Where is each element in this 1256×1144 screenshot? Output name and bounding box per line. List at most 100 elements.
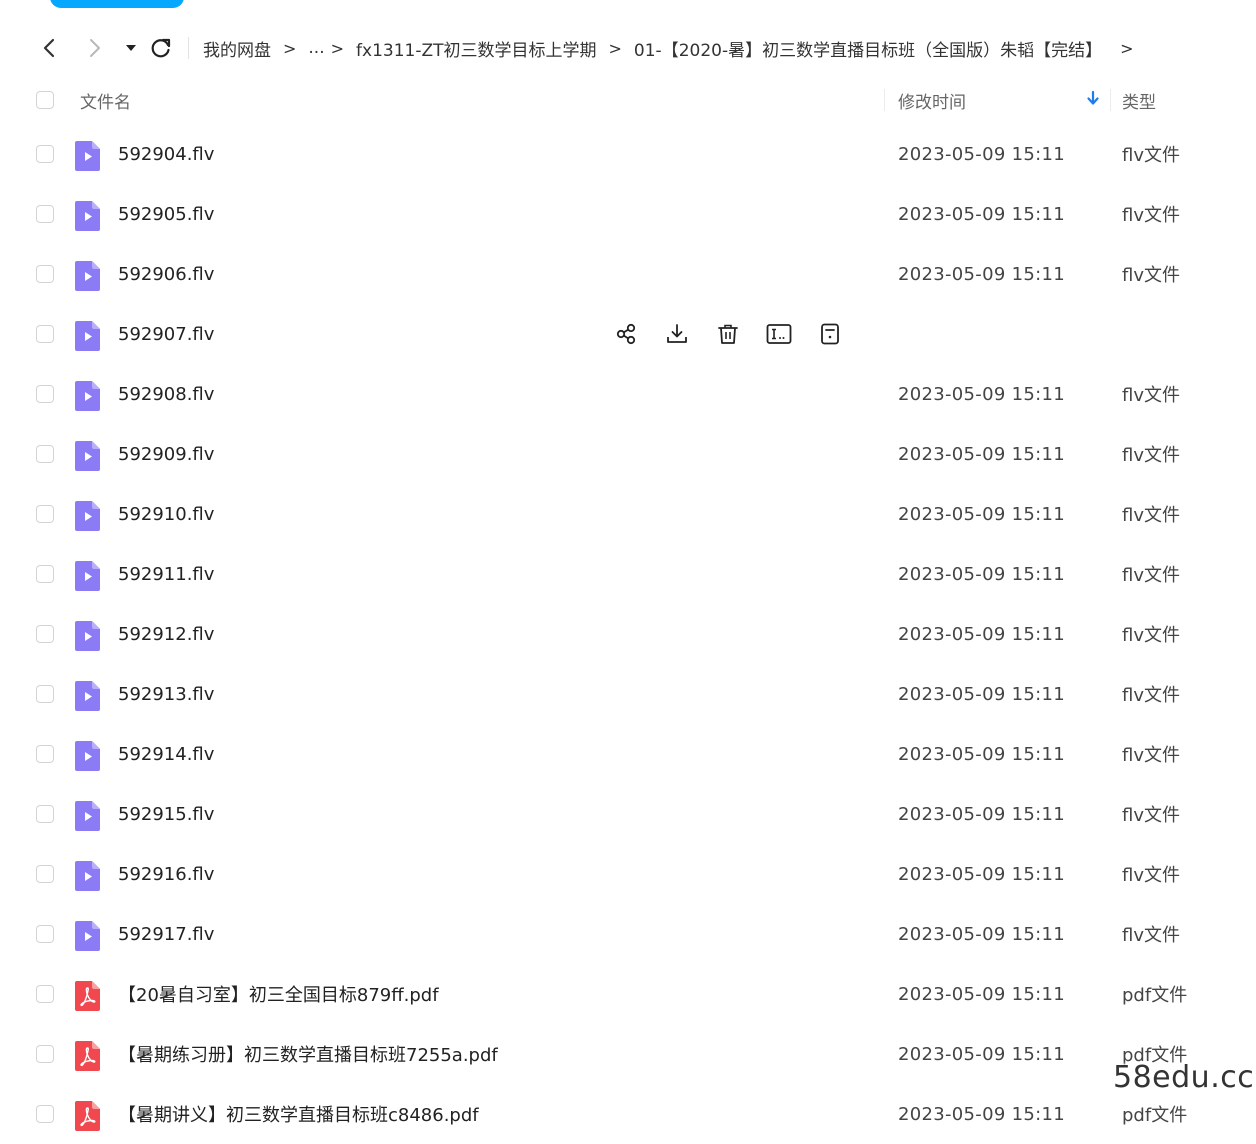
file-row[interactable]: 592911.flv 2023-05-09 15:11 flv文件: [0, 544, 1256, 604]
file-modified-time: 2023-05-09 15:11: [898, 503, 1066, 525]
row-actions: [612, 320, 867, 348]
file-row[interactable]: 592906.flv 2023-05-09 15:11 flv文件: [0, 244, 1256, 304]
refresh-icon: [151, 38, 171, 58]
row-checkbox[interactable]: [36, 1105, 54, 1123]
row-checkbox[interactable]: [36, 685, 54, 703]
file-row[interactable]: 【暑期练习册】初三数学直播目标班7255a.pdf 2023-05-09 15:1…: [0, 1024, 1256, 1084]
row-checkbox[interactable]: [36, 445, 54, 463]
file-row[interactable]: 592905.flv 2023-05-09 15:11 flv文件: [0, 184, 1256, 244]
file-row[interactable]: 592915.flv 2023-05-09 15:11 flv文件: [0, 784, 1256, 844]
delete-icon[interactable]: [714, 320, 742, 348]
upload-button[interactable]: [50, 0, 184, 8]
more-icon[interactable]: [816, 320, 844, 348]
file-type: flv文件: [1122, 445, 1180, 466]
row-checkbox[interactable]: [36, 565, 54, 583]
file-row[interactable]: 592916.flv 2023-05-09 15:11 flv文件: [0, 844, 1256, 904]
forward-button[interactable]: [80, 30, 110, 66]
row-checkbox[interactable]: [36, 985, 54, 1003]
breadcrumb-folder[interactable]: fx1311-ZT初三数学目标上学期: [356, 36, 596, 61]
video-file-icon: [75, 321, 100, 351]
video-file-icon: [75, 261, 100, 291]
file-type: flv文件: [1122, 925, 1180, 946]
file-name[interactable]: 592909.flv: [118, 444, 214, 465]
file-name[interactable]: 592913.flv: [118, 684, 214, 705]
sort-descending-icon[interactable]: [1086, 90, 1100, 111]
file-modified-time: 2023-05-09 15:11: [898, 803, 1066, 825]
row-checkbox[interactable]: [36, 625, 54, 643]
file-name[interactable]: 592908.flv: [118, 384, 214, 405]
row-checkbox[interactable]: [36, 1045, 54, 1063]
breadcrumb-separator: >: [330, 38, 345, 58]
row-checkbox[interactable]: [36, 925, 54, 943]
file-row[interactable]: 592914.flv 2023-05-09 15:11 flv文件: [0, 724, 1256, 784]
history-dropdown-button[interactable]: [116, 30, 146, 66]
breadcrumb-root[interactable]: 我的网盘: [203, 36, 271, 61]
video-file-icon: [75, 861, 100, 891]
breadcrumb-expand-arrow[interactable]: >: [1120, 39, 1133, 58]
row-checkbox[interactable]: [36, 745, 54, 763]
breadcrumb-current[interactable]: 01-【2020-暑】初三数学直播目标班（全国版）朱韬【完结】: [634, 36, 1102, 61]
file-name[interactable]: 592904.flv: [118, 144, 214, 165]
file-row[interactable]: 592912.flv 2023-05-09 15:11 flv文件: [0, 604, 1256, 664]
video-file-icon: [75, 741, 100, 771]
file-row[interactable]: 592909.flv 2023-05-09 15:11 flv文件: [0, 424, 1256, 484]
column-header-modified-time[interactable]: 修改时间: [898, 88, 966, 113]
row-checkbox[interactable]: [36, 865, 54, 883]
file-name[interactable]: 592914.flv: [118, 744, 214, 765]
chevron-right-icon: [90, 39, 100, 57]
file-name[interactable]: 592907.flv: [118, 324, 214, 345]
file-name[interactable]: 592911.flv: [118, 564, 214, 585]
file-type: pdf文件: [1122, 1105, 1188, 1126]
breadcrumb: 我的网盘 > ... > fx1311-ZT初三数学目标上学期 > 01-【20…: [203, 36, 1146, 61]
file-modified-time: 2023-05-09 15:11: [898, 443, 1066, 465]
rename-icon[interactable]: [765, 320, 793, 348]
file-name[interactable]: 592917.flv: [118, 924, 214, 945]
row-checkbox[interactable]: [36, 325, 54, 343]
video-file-icon: [75, 501, 100, 531]
row-checkbox[interactable]: [36, 205, 54, 223]
file-name[interactable]: 【暑期讲义】初三数学直播目标班c8486.pdf: [118, 1101, 479, 1127]
pdf-file-icon: [75, 981, 100, 1011]
file-list-header: 文件名 修改时间 类型: [0, 80, 1256, 120]
file-name[interactable]: 592916.flv: [118, 864, 214, 885]
file-row[interactable]: 592913.flv 2023-05-09 15:11 flv文件: [0, 664, 1256, 724]
row-checkbox[interactable]: [36, 265, 54, 283]
file-type: flv文件: [1122, 745, 1180, 766]
column-header-name[interactable]: 文件名: [80, 88, 131, 113]
file-name[interactable]: 592915.flv: [118, 804, 214, 825]
download-icon[interactable]: [663, 320, 691, 348]
pdf-file-icon: [75, 1101, 100, 1131]
row-checkbox[interactable]: [36, 145, 54, 163]
file-modified-time: 2023-05-09 15:11: [898, 1103, 1066, 1125]
select-all-checkbox[interactable]: [36, 91, 54, 109]
row-checkbox[interactable]: [36, 505, 54, 523]
file-modified-time: 2023-05-09 15:11: [898, 923, 1066, 945]
file-name[interactable]: 592912.flv: [118, 624, 214, 645]
file-row[interactable]: 【暑期讲义】初三数学直播目标班c8486.pdf 2023-05-09 15:11…: [0, 1084, 1256, 1144]
file-type: flv文件: [1122, 385, 1180, 406]
refresh-button[interactable]: [146, 30, 176, 66]
file-row[interactable]: 592908.flv 2023-05-09 15:11 flv文件: [0, 364, 1256, 424]
file-name[interactable]: 592906.flv: [118, 264, 214, 285]
share-icon[interactable]: [612, 320, 640, 348]
file-row[interactable]: 592910.flv 2023-05-09 15:11 flv文件: [0, 484, 1256, 544]
breadcrumb-ellipsis[interactable]: ...: [308, 38, 324, 58]
row-checkbox[interactable]: [36, 385, 54, 403]
column-header-type[interactable]: 类型: [1122, 88, 1156, 113]
row-checkbox[interactable]: [36, 805, 54, 823]
file-name[interactable]: 【20暑自习室】初三全国目标879ff.pdf: [118, 981, 439, 1007]
column-divider: [884, 89, 885, 111]
file-row[interactable]: 592907.flv: [0, 304, 1256, 364]
file-name[interactable]: 592905.flv: [118, 204, 214, 225]
file-modified-time: 2023-05-09 15:11: [898, 983, 1066, 1005]
navigation-bar: 我的网盘 > ... > fx1311-ZT初三数学目标上学期 > 01-【20…: [34, 30, 1234, 66]
file-row[interactable]: 【20暑自习室】初三全国目标879ff.pdf 2023-05-09 15:11 p…: [0, 964, 1256, 1024]
file-row[interactable]: 592904.flv 2023-05-09 15:11 flv文件: [0, 124, 1256, 184]
file-row[interactable]: 592917.flv 2023-05-09 15:11 flv文件: [0, 904, 1256, 964]
file-name[interactable]: 【暑期练习册】初三数学直播目标班7255a.pdf: [118, 1041, 498, 1067]
back-button[interactable]: [34, 30, 64, 66]
file-type: flv文件: [1122, 865, 1180, 886]
file-name[interactable]: 592910.flv: [118, 504, 214, 525]
video-file-icon: [75, 801, 100, 831]
chevron-left-icon: [43, 38, 55, 58]
